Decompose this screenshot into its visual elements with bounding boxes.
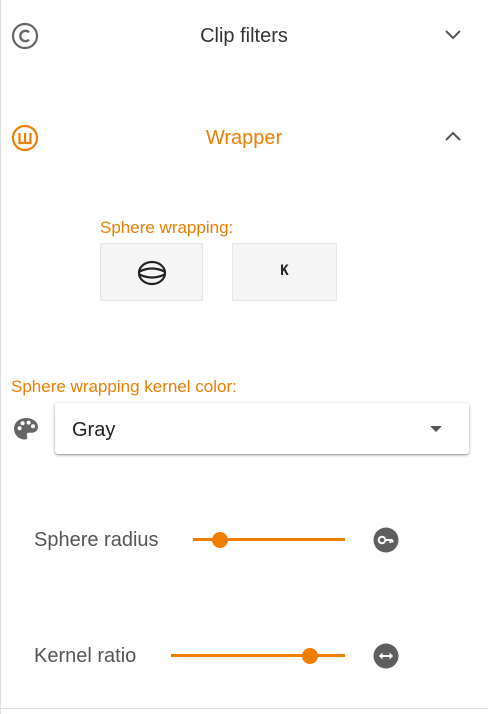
sphere-radius-label: Sphere radius <box>34 529 159 551</box>
kernel-color-select[interactable]: Gray <box>55 403 469 454</box>
horizontal-arrows-circle-icon[interactable] <box>373 643 399 669</box>
kernel-glyph: K <box>280 263 289 279</box>
kernel-ratio-slider-thumb[interactable] <box>302 648 319 664</box>
chevron-up-icon <box>442 129 464 145</box>
key-circle-icon[interactable] <box>373 527 399 553</box>
sphere-icon <box>137 260 167 286</box>
sphere-wrapping-label: Sphere wrapping: <box>100 218 234 237</box>
palette-icon <box>12 416 40 447</box>
wrapper-panel-header[interactable]: Wrapper <box>0 107 488 167</box>
kernel-ratio-slider-track[interactable] <box>171 654 345 657</box>
chevron-down-icon <box>442 27 464 43</box>
clip-filters-title: Clip filters <box>200 25 288 47</box>
kernel-color-label: Sphere wrapping kernel color: <box>11 377 237 396</box>
sphere-wrapping-kernel-button[interactable]: K <box>232 243 337 301</box>
dropdown-arrow-icon <box>430 426 442 432</box>
kernel-ratio-label: Kernel ratio <box>34 645 137 667</box>
clip-filters-panel-header[interactable]: Clip filters <box>0 5 488 65</box>
wrapper-title: Wrapper <box>205 127 283 149</box>
panel-bottom-border <box>0 708 488 709</box>
sphere-radius-slider-thumb[interactable] <box>212 532 229 548</box>
kernel-color-value: Gray <box>72 419 116 441</box>
sphere-wrapping-sphere-button[interactable] <box>100 243 203 301</box>
